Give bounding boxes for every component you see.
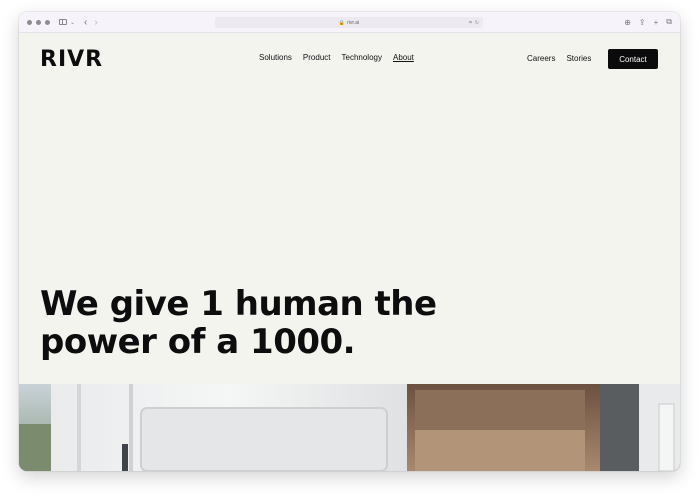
translate-icon[interactable]: ⌗	[469, 20, 472, 26]
download-icon[interactable]: ⊕	[624, 18, 631, 27]
headline-line-1: We give 1 human the	[40, 284, 437, 324]
forward-icon[interactable]: ›	[94, 17, 97, 28]
chevron-down-icon[interactable]: ⌄	[70, 19, 75, 26]
toolbar-actions: ⊕ ⇪ + ⧉	[624, 12, 672, 32]
nav-item-product[interactable]: Product	[303, 53, 331, 62]
nav-item-solutions[interactable]: Solutions	[259, 53, 292, 62]
address-bar[interactable]: 🔒 rivr.ai ⌗ ↻	[215, 17, 483, 28]
main-nav: Solutions Product Technology About	[259, 53, 414, 62]
address-text: rivr.ai	[347, 19, 360, 26]
sidebar-icon[interactable]	[59, 19, 67, 25]
web-page: RIVR Solutions Product Technology About …	[19, 32, 680, 471]
close-window-button[interactable]	[27, 19, 32, 25]
rivr-logo[interactable]: RIVR	[40, 47, 102, 69]
lock-icon: 🔒	[338, 19, 346, 26]
hero-image	[19, 384, 680, 471]
reload-icon[interactable]: ↻	[475, 20, 479, 26]
browser-window: ⌄ ‹ › 🔒 rivr.ai ⌗ ↻ ⊕ ⇪ + ⧉ RIVR Solutio…	[19, 12, 680, 471]
logo-text: RIVR	[40, 47, 102, 69]
share-icon[interactable]: ⇪	[639, 18, 646, 27]
hero-headline: We give 1 human the power of a 1000.	[40, 285, 460, 361]
minimize-window-button[interactable]	[36, 19, 41, 25]
browser-toolbar: ⌄ ‹ › 🔒 rivr.ai ⌗ ↻ ⊕ ⇪ + ⧉	[19, 12, 680, 33]
new-tab-icon[interactable]: +	[654, 18, 659, 27]
tabs-icon[interactable]: ⧉	[666, 17, 672, 27]
contact-button[interactable]: Contact	[608, 49, 658, 69]
nav-item-technology[interactable]: Technology	[342, 53, 382, 62]
nav-item-about[interactable]: About	[393, 53, 414, 62]
back-icon[interactable]: ‹	[84, 17, 87, 28]
secondary-nav: Careers Stories	[527, 54, 591, 63]
headline-line-2: power of a 1000.	[40, 322, 356, 362]
nav-item-stories[interactable]: Stories	[566, 54, 591, 63]
zoom-window-button[interactable]	[45, 19, 50, 25]
nav-item-careers[interactable]: Careers	[527, 54, 555, 63]
window-controls	[27, 19, 50, 25]
